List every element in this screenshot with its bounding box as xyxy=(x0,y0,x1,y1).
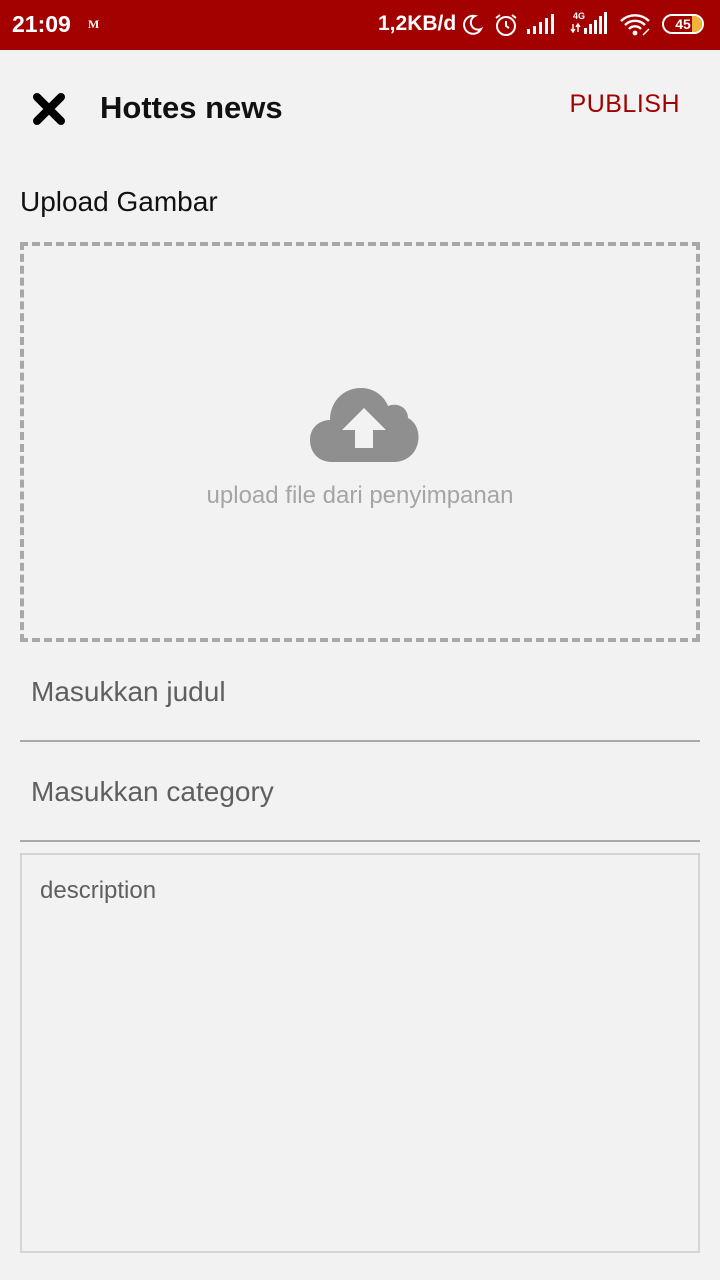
close-button[interactable] xyxy=(24,84,74,134)
alarm-icon xyxy=(495,14,517,36)
status-bar: 21:09 M 1,2KB/d 4G 45 xyxy=(0,0,720,50)
page-title: Hottes news xyxy=(100,90,283,125)
toolbar: Hottes news PUBLISH xyxy=(0,50,720,166)
battery-icon: 45 xyxy=(662,14,704,34)
signal-4g-icon: 4G xyxy=(570,11,607,34)
title-input[interactable] xyxy=(20,644,700,742)
publish-button[interactable]: PUBLISH xyxy=(570,90,680,119)
cloud-upload-icon xyxy=(310,388,419,462)
network-speed: 1,2KB/d xyxy=(378,12,457,35)
upload-hint: upload file dari penyimpanan xyxy=(206,482,514,509)
status-time: 21:09 xyxy=(12,11,71,37)
signal-icon xyxy=(527,14,554,34)
close-icon xyxy=(33,93,65,125)
network-type: 4G xyxy=(573,11,585,21)
battery-level: 45 xyxy=(675,16,691,32)
upload-dropzone[interactable]: upload file dari penyimpanan xyxy=(20,242,700,642)
description-textarea[interactable] xyxy=(20,853,700,1253)
moon-icon xyxy=(463,14,484,35)
mail-icon: M xyxy=(88,17,100,31)
category-input[interactable] xyxy=(20,744,700,842)
upload-label: Upload Gambar xyxy=(20,186,218,217)
wifi-icon xyxy=(620,14,650,36)
